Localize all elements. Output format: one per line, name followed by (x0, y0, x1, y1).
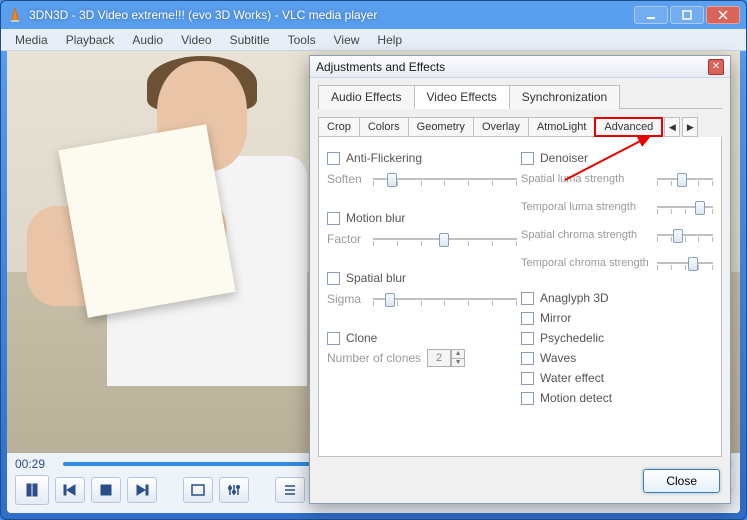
clone-number-spinner[interactable]: ▲▼ (427, 349, 465, 367)
denoiser-checkbox[interactable]: Denoiser (521, 149, 713, 167)
water-effect-checkbox[interactable]: Water effect (521, 369, 713, 387)
menu-tools[interactable]: Tools (280, 31, 324, 49)
subtab-atmolight[interactable]: AtmoLight (528, 117, 596, 137)
video-effects-subtabs: Crop Colors Geometry Overlay AtmoLight A… (318, 117, 722, 137)
clone-checkbox[interactable]: Clone (327, 329, 517, 347)
dialog-title: Adjustments and Effects (316, 60, 708, 74)
water-effect-label: Water effect (540, 371, 604, 385)
maximize-button[interactable] (670, 6, 704, 24)
anaglyph-checkbox[interactable]: Anaglyph 3D (521, 289, 713, 307)
dialog-close-large-button[interactable]: Close (643, 469, 720, 493)
clone-number-label: Number of clones (327, 351, 421, 365)
tab-video-effects[interactable]: Video Effects (414, 85, 510, 109)
spatial-luma-slider[interactable] (657, 169, 713, 189)
menu-audio[interactable]: Audio (124, 31, 171, 49)
subtab-crop[interactable]: Crop (318, 117, 360, 137)
subtab-advanced[interactable]: Advanced (594, 117, 663, 137)
temporal-chroma-slider[interactable] (657, 253, 713, 273)
menu-help[interactable]: Help (369, 31, 410, 49)
spatial-blur-checkbox[interactable]: Spatial blur (327, 269, 517, 287)
sigma-label: Sigma (327, 292, 367, 306)
sigma-slider[interactable] (373, 289, 517, 309)
window-title: 3DN3D - 3D Video extreme!!! (evo 3D Work… (29, 8, 634, 22)
dialog-tabs: Audio Effects Video Effects Synchronizat… (318, 84, 722, 109)
anti-flickering-label: Anti-Flickering (346, 151, 422, 165)
time-elapsed: 00:29 (15, 457, 55, 471)
spatial-blur-label: Spatial blur (346, 271, 406, 285)
menu-playback[interactable]: Playback (58, 31, 123, 49)
motion-blur-label: Motion blur (346, 211, 405, 225)
advanced-panel: Anti-Flickering Soften Motion blur Facto… (318, 137, 722, 457)
close-button[interactable] (706, 6, 740, 24)
dialog-close-button[interactable]: ✕ (708, 59, 724, 75)
subtab-overlay[interactable]: Overlay (473, 117, 529, 137)
temporal-luma-label: Temporal luma strength (521, 201, 651, 213)
next-button[interactable] (127, 477, 157, 503)
spin-down[interactable]: ▼ (451, 358, 465, 367)
psychedelic-checkbox[interactable]: Psychedelic (521, 329, 713, 347)
waves-checkbox[interactable]: Waves (521, 349, 713, 367)
adjustments-effects-dialog: Adjustments and Effects ✕ Audio Effects … (309, 55, 731, 504)
waves-label: Waves (540, 351, 576, 365)
anaglyph-label: Anaglyph 3D (540, 291, 609, 305)
mirror-label: Mirror (540, 311, 571, 325)
subtab-scroll-right[interactable]: ▶ (682, 117, 698, 137)
subtab-scroll-left[interactable]: ◀ (664, 117, 680, 137)
menu-view[interactable]: View (326, 31, 368, 49)
fullscreen-button[interactable] (183, 477, 213, 503)
titlebar[interactable]: 3DN3D - 3D Video extreme!!! (evo 3D Work… (1, 1, 746, 29)
subtab-colors[interactable]: Colors (359, 117, 409, 137)
stop-button[interactable] (91, 477, 121, 503)
spin-up[interactable]: ▲ (451, 349, 465, 358)
playlist-button[interactable] (275, 477, 305, 503)
ext-settings-button[interactable] (219, 477, 249, 503)
dialog-titlebar[interactable]: Adjustments and Effects ✕ (310, 56, 730, 78)
menubar: Media Playback Audio Video Subtitle Tool… (1, 29, 746, 51)
anti-flickering-checkbox[interactable]: Anti-Flickering (327, 149, 517, 167)
motion-detect-checkbox[interactable]: Motion detect (521, 389, 713, 407)
mirror-checkbox[interactable]: Mirror (521, 309, 713, 327)
tab-synchronization[interactable]: Synchronization (509, 85, 620, 109)
motion-detect-label: Motion detect (540, 391, 612, 405)
soften-label: Soften (327, 172, 367, 186)
prev-button[interactable] (55, 477, 85, 503)
spatial-chroma-label: Spatial chroma strength (521, 229, 651, 241)
spatial-chroma-slider[interactable] (657, 225, 713, 245)
subtab-geometry[interactable]: Geometry (408, 117, 474, 137)
menu-video[interactable]: Video (173, 31, 219, 49)
motion-blur-checkbox[interactable]: Motion blur (327, 209, 517, 227)
menu-media[interactable]: Media (7, 31, 56, 49)
clone-number-input[interactable] (427, 349, 451, 367)
menu-subtitle[interactable]: Subtitle (222, 31, 278, 49)
pause-button[interactable] (15, 475, 49, 505)
vlc-cone-icon (7, 7, 23, 23)
soften-slider[interactable] (373, 169, 517, 189)
temporal-chroma-label: Temporal chroma strength (521, 257, 651, 269)
spatial-luma-label: Spatial luma strength (521, 173, 651, 185)
factor-slider[interactable] (373, 229, 517, 249)
denoiser-label: Denoiser (540, 151, 588, 165)
minimize-button[interactable] (634, 6, 668, 24)
clone-label: Clone (346, 331, 377, 345)
factor-label: Factor (327, 232, 367, 246)
psychedelic-label: Psychedelic (540, 331, 604, 345)
tab-audio-effects[interactable]: Audio Effects (318, 85, 415, 109)
temporal-luma-slider[interactable] (657, 197, 713, 217)
